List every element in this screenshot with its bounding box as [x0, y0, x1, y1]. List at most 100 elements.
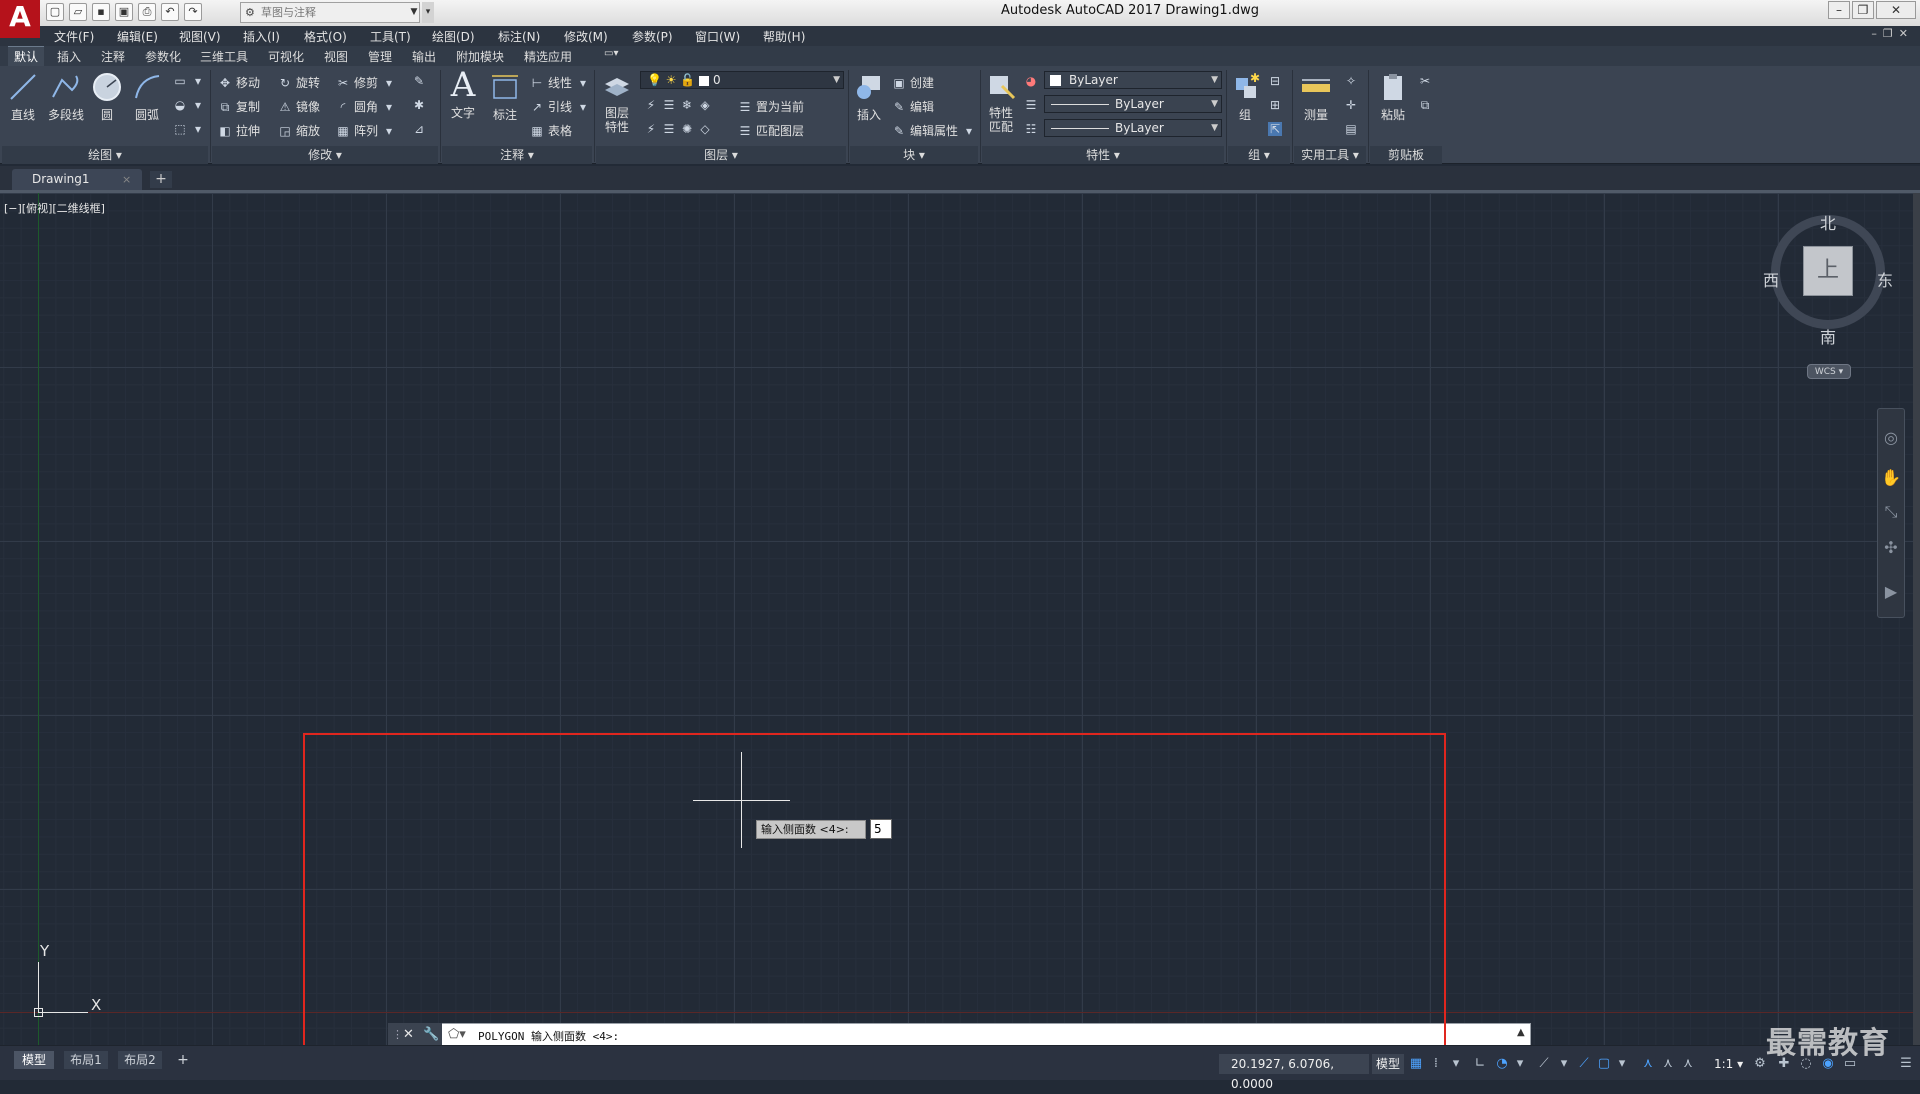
menu-view[interactable]: 视图(V) — [179, 28, 221, 45]
panel-title-utilities[interactable]: 实用工具 ▾ — [1294, 146, 1366, 164]
mirror-button[interactable]: ⚠ 镜像 — [278, 98, 320, 115]
application-menu-button[interactable]: A — [0, 0, 40, 38]
minimize-icon[interactable]: – — [1828, 1, 1850, 19]
ungroup-icon[interactable]: ⊟ — [1268, 74, 1282, 88]
workspace-dropdown[interactable]: 草图与注释 — [240, 2, 420, 23]
grid-icon[interactable]: ▦ — [1408, 1054, 1424, 1074]
lineweight-icon[interactable]: ☷ — [1024, 122, 1038, 136]
layer-tools-row2[interactable]: ⚡ ☰ ✺ ◇ — [644, 122, 712, 136]
match-properties-button[interactable]: 特性 匹配 — [984, 70, 1018, 134]
polar-icon[interactable]: ◔ — [1494, 1054, 1510, 1074]
panel-title-layers[interactable]: 图层 ▾ — [596, 146, 846, 164]
hatch-button[interactable]: ◒ ▾ — [173, 98, 205, 112]
circle-button[interactable]: 圆 — [90, 70, 124, 123]
tab-addins[interactable]: 附加模块 — [456, 48, 504, 65]
leader-button[interactable]: ↗ 引线 ▾ — [530, 98, 590, 115]
viewcube-east[interactable]: 东 — [1877, 267, 1893, 291]
menu-modify[interactable]: 修改(M) — [564, 28, 608, 45]
tab-annotate[interactable]: 注释 — [101, 48, 125, 65]
restore-icon[interactable]: ❐ — [1852, 1, 1874, 19]
viewcube-north[interactable]: 北 — [1820, 210, 1836, 234]
menu-format[interactable]: 格式(O) — [304, 28, 347, 45]
menu-edit[interactable]: 编辑(E) — [117, 28, 158, 45]
menu-parametric[interactable]: 参数(P) — [632, 28, 673, 45]
pan-icon[interactable]: ✋ — [1881, 468, 1901, 488]
menu-help[interactable]: 帮助(H) — [763, 28, 805, 45]
saveas-icon[interactable]: ▣ — [115, 3, 133, 21]
orbit-icon[interactable]: ✣ — [1881, 538, 1901, 558]
layer-tools-row1[interactable]: ⚡ ☰ ❄ ◈ — [644, 98, 712, 112]
offset-button[interactable]: ⊿ — [412, 122, 426, 136]
array-button[interactable]: ▦ 阵列 ▾ — [336, 122, 396, 139]
scale-button[interactable]: ◲ 缩放 — [278, 122, 320, 139]
arc-button[interactable]: 圆弧 — [128, 70, 166, 123]
save-icon[interactable]: ▪ — [92, 3, 110, 21]
annotation-scale-icon[interactable]: ⋏ — [1680, 1054, 1696, 1074]
tab-manage[interactable]: 管理 — [368, 48, 392, 65]
model-space-button[interactable]: 模型 — [1372, 1054, 1404, 1074]
auto-scale-icon[interactable]: ⋏ — [1660, 1054, 1676, 1074]
point-id-icon[interactable]: ✛ — [1344, 98, 1358, 112]
command-history-icon[interactable]: ▲ — [1517, 1027, 1525, 1038]
menu-file[interactable]: 文件(F) — [54, 28, 94, 45]
panel-title-modify[interactable]: 修改 ▾ — [212, 146, 438, 164]
layout-tab-model[interactable]: 模型 — [14, 1051, 54, 1069]
undo-icon[interactable]: ↶ — [161, 3, 179, 21]
menu-insert[interactable]: 插入(I) — [243, 28, 280, 45]
object-snap-tracking-icon[interactable]: ⟋ — [1576, 1054, 1592, 1074]
add-layout-button[interactable]: + — [175, 1051, 191, 1069]
layer-properties-button[interactable]: 图层 特性 — [600, 70, 634, 134]
polyline-button[interactable]: 多段线 — [44, 70, 88, 123]
match-layer-button[interactable]: ☰ 匹配图层 — [738, 122, 804, 139]
edit-block-button[interactable]: ✎ 编辑 — [892, 98, 934, 115]
ribbon-minimize-icon[interactable]: ▭▾ — [604, 48, 618, 59]
copy-button[interactable]: ⧉ 复制 — [218, 98, 260, 115]
chevron-down-icon[interactable]: ▾ — [1512, 1054, 1528, 1074]
paste-button[interactable]: 粘贴 — [1376, 70, 1410, 123]
tab-insert[interactable]: 插入 — [57, 48, 81, 65]
panel-title-clipboard[interactable]: 剪贴板 — [1370, 146, 1442, 164]
viewcube-west[interactable]: 西 — [1763, 267, 1779, 291]
redo-icon[interactable]: ↷ — [184, 3, 202, 21]
group-select-icon[interactable]: ⇱ — [1268, 122, 1282, 136]
fillet-button[interactable]: ◜ 圆角 ▾ — [336, 98, 396, 115]
group-button[interactable]: ✱ 组 — [1230, 70, 1260, 123]
group-edit-icon[interactable]: ⊞ — [1268, 98, 1282, 112]
isodraft-icon[interactable]: ⟋ — [1536, 1054, 1552, 1074]
chevron-down-icon[interactable]: ▼ — [408, 2, 420, 23]
showmotion-icon[interactable]: ▶ — [1881, 582, 1901, 602]
menu-window[interactable]: 窗口(W) — [695, 28, 740, 45]
insert-block-button[interactable]: 插入 — [852, 70, 886, 123]
close-icon[interactable]: × — [122, 169, 131, 190]
wcs-menu[interactable]: WCS ▾ — [1807, 364, 1851, 379]
zoom-extents-icon[interactable]: ⤡ — [1881, 502, 1901, 522]
create-block-button[interactable]: ▣ 创建 — [892, 74, 934, 91]
layout-tab-layout2[interactable]: 布局2 — [118, 1051, 162, 1069]
measure-button[interactable]: 测量 — [1298, 70, 1334, 123]
quick-select-icon[interactable]: ✧ — [1344, 74, 1358, 88]
print-icon[interactable]: ⎙ — [138, 3, 156, 21]
stretch-button[interactable]: ◧ 拉伸 — [218, 122, 260, 139]
calculator-icon[interactable]: ▤ — [1344, 122, 1358, 136]
linetype-icon[interactable]: ☰ — [1024, 98, 1038, 112]
tab-default[interactable]: 默认 — [8, 46, 45, 67]
color-wheel-icon[interactable]: ◕ — [1024, 74, 1038, 88]
tab-view[interactable]: 视图 — [324, 48, 348, 65]
make-current-button[interactable]: ☰ 置为当前 — [738, 98, 804, 115]
tab-featured-apps[interactable]: 精选应用 — [524, 48, 572, 65]
tab-3d-tools[interactable]: 三维工具 — [200, 48, 248, 65]
lineweight-dropdown[interactable]: ByLayer ▼ — [1044, 119, 1222, 137]
object-snap-icon[interactable]: ▢ — [1596, 1054, 1612, 1074]
new-tab-button[interactable]: + — [150, 171, 172, 188]
color-dropdown[interactable]: ByLayer ▼ — [1044, 71, 1222, 89]
annotation-scale-dropdown[interactable]: 1:1 ▾ — [1714, 1054, 1743, 1074]
panel-title-annotation[interactable]: 注释 ▾ — [442, 146, 592, 164]
viewcube-top-face[interactable]: 上 — [1803, 246, 1853, 296]
region-button[interactable]: ⬚ ▾ — [173, 122, 205, 136]
document-window-controls[interactable]: –❐✕ — [1871, 27, 1914, 40]
table-button[interactable]: ▦ 表格 — [530, 122, 572, 139]
close-icon[interactable]: ✕ — [1876, 1, 1916, 19]
panel-title-draw[interactable]: 绘图 ▾ — [2, 146, 208, 164]
steering-wheel-icon[interactable]: ◎ — [1881, 428, 1901, 448]
trim-button[interactable]: ✂ 修剪 ▾ — [336, 74, 396, 91]
